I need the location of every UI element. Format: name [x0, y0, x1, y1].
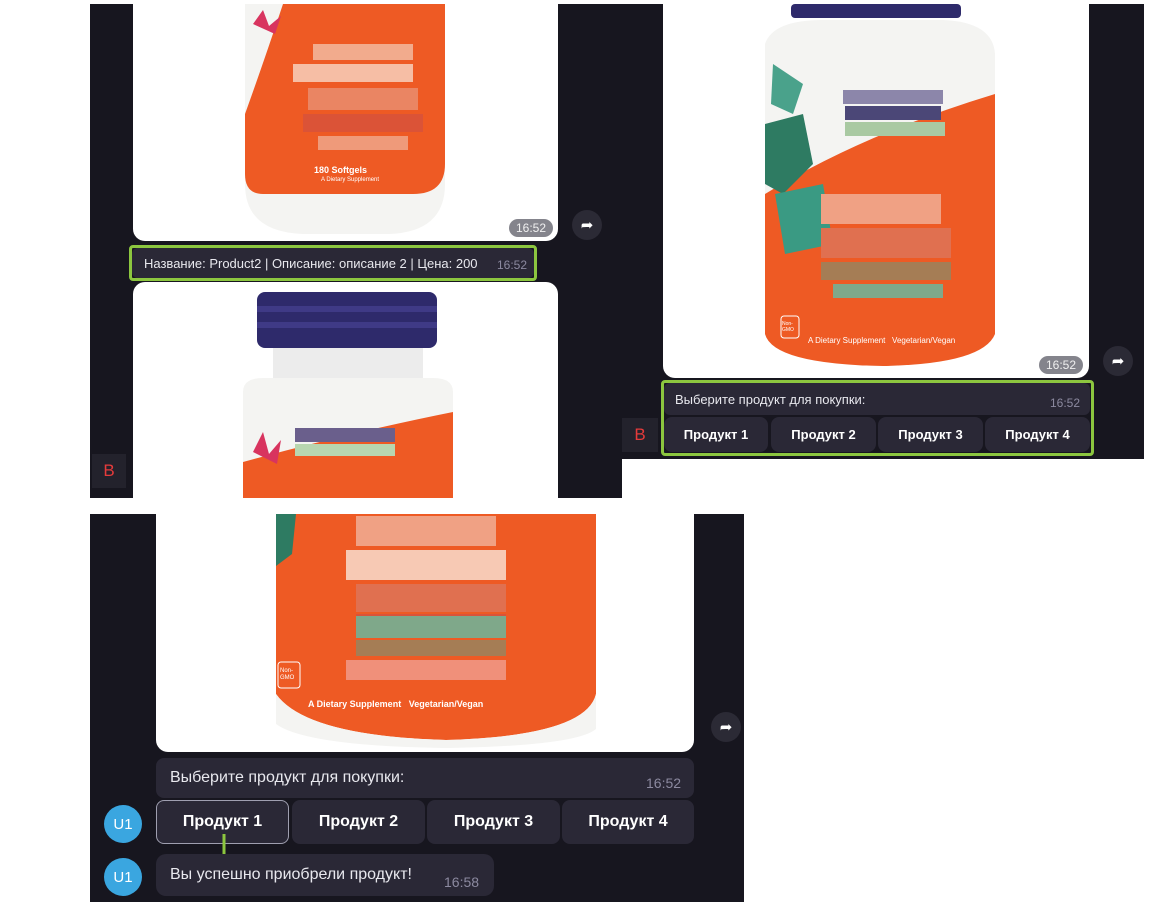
product-4-button[interactable]: Продукт 4	[562, 800, 694, 844]
product-photo-1[interactable]: 180 Softgels A Dietary Supplement 16:52	[133, 4, 558, 241]
message-time: 16:52	[646, 775, 682, 791]
share-button[interactable]: ➦	[572, 210, 602, 240]
product-photo-3[interactable]: Non-GMO A Dietary Supplement Vegetarian/…	[663, 4, 1089, 378]
product-3-button[interactable]: Продукт 3	[427, 800, 560, 844]
photo-caption: A Dietary Supplement Vegetarian/Vegan	[308, 699, 484, 709]
share-icon: ➦	[1111, 353, 1125, 370]
bottle-image	[765, 4, 995, 366]
share-button[interactable]: ➦	[711, 712, 741, 742]
product-photo-4[interactable]: Non-GMO A Dietary Supplement Vegetarian/…	[156, 514, 694, 752]
chat-screenshot-product-select: Non-GMO A Dietary Supplement Vegetarian/…	[622, 4, 1144, 459]
share-icon: ➦	[580, 217, 594, 234]
share-button[interactable]: ➦	[1103, 346, 1133, 376]
photo-caption: A Dietary Supplement Vegetarian/Vegan	[808, 336, 956, 345]
photo-badge: Non-GMO	[280, 668, 295, 681]
message-time: 16:52	[509, 219, 554, 237]
success-message: Вы успешно приобрели продукт! 16:58	[156, 854, 494, 896]
prompt-text: Выберите продукт для покупки:	[170, 769, 405, 786]
bottle-image	[243, 292, 453, 498]
highlight-frame	[129, 245, 537, 281]
photo-subcaption: A Dietary Supplement	[321, 177, 380, 183]
user-avatar: U1	[104, 858, 142, 896]
photo-badge: Non-GMO	[782, 321, 794, 333]
chat-screenshot-purchase-result: Non-GMO A Dietary Supplement Vegetarian/…	[90, 514, 744, 902]
message-time: 16:58	[444, 874, 480, 890]
bottle-image	[276, 514, 596, 748]
success-text: Вы успешно приобрели продукт!	[170, 866, 412, 883]
chat-screenshot-product-list: 180 Softgels A Dietary Supplement 16:52 …	[90, 4, 622, 498]
prompt-message: Выберите продукт для покупки: 16:52	[156, 758, 694, 798]
share-icon: ➦	[719, 719, 733, 736]
user-avatar: U1	[104, 805, 142, 843]
bottle-image	[245, 4, 445, 234]
bot-avatar: B	[622, 418, 658, 452]
message-time: 16:52	[1039, 356, 1084, 374]
photo-caption: 180 Softgels	[314, 165, 368, 175]
bot-avatar: B	[92, 454, 126, 488]
product-2-button[interactable]: Продукт 2	[292, 800, 425, 844]
highlight-frame	[661, 380, 1094, 456]
product-photo-2[interactable]	[133, 282, 558, 498]
